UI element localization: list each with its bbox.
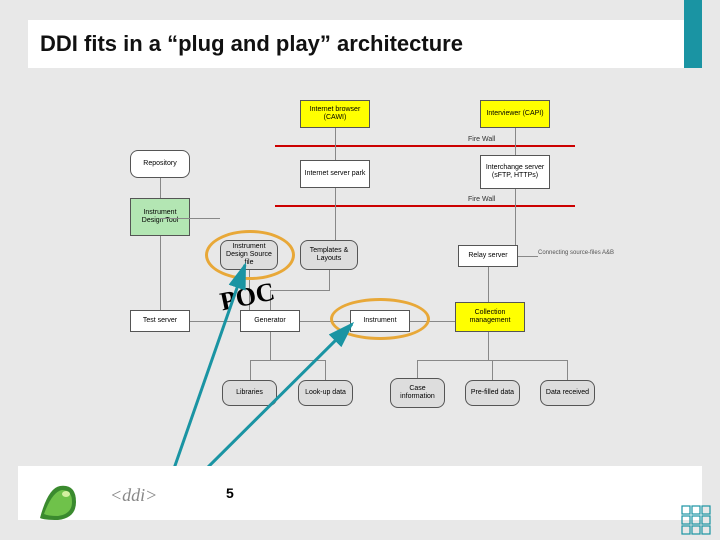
firewall-label-1: Fire Wall <box>468 136 495 143</box>
box-interchange: Interchange server (sFTP, HTTPs) <box>480 155 550 189</box>
connector <box>250 360 251 380</box>
highlight-ellipse-1 <box>205 230 295 280</box>
box-internet-browser: Internet browser (CAWI) <box>300 100 370 128</box>
connector <box>270 332 271 360</box>
label-connecting: Connecting source-files A&B <box>538 250 628 256</box>
page-title: DDI fits in a “plug and play” architectu… <box>40 31 463 57</box>
connector <box>515 128 516 155</box>
connector <box>329 270 330 290</box>
box-internet-server: Internet server park <box>300 160 370 188</box>
connector <box>515 189 516 245</box>
connector <box>325 360 326 380</box>
firewall-line-2 <box>275 205 575 207</box>
connector <box>160 178 161 198</box>
connector <box>335 128 336 160</box>
box-generator: Generator <box>240 310 300 332</box>
connector <box>492 360 493 380</box>
connector <box>518 256 538 257</box>
box-case-info: Case information <box>390 378 445 408</box>
box-collection-mgmt: Collection management <box>455 302 525 332</box>
connector <box>335 188 336 240</box>
page-number: 5 <box>226 485 234 501</box>
box-lookup-data: Look-up data <box>298 380 353 406</box>
architecture-diagram: Internet browser (CAWI) Interviewer (CAP… <box>90 90 650 470</box>
connector <box>417 360 418 378</box>
box-relay-server: Relay server <box>458 245 518 267</box>
connector <box>160 218 220 219</box>
box-test-server: Test server <box>130 310 190 332</box>
connector <box>567 360 568 380</box>
firewall-line-1 <box>275 145 575 147</box>
box-templates: Templates & Layouts <box>300 240 358 270</box>
connector <box>488 332 489 360</box>
firewall-label-2: Fire Wall <box>468 196 495 203</box>
ddi-logo-text: <ddi> <box>110 485 157 506</box>
connector <box>488 267 489 302</box>
connector <box>190 321 240 322</box>
ddi-logo-icon <box>36 480 80 524</box>
title-bar: DDI fits in a “plug and play” architectu… <box>28 20 702 68</box>
connector <box>270 290 330 291</box>
box-instrument-design-tool: Instrument Design Tool <box>130 198 190 236</box>
box-interviewer: Interviewer (CAPI) <box>480 100 550 128</box>
cbs-logo-icon <box>680 504 712 536</box>
box-data-received: Data received <box>540 380 595 406</box>
box-libraries: Libraries <box>222 380 277 406</box>
connector <box>160 236 161 310</box>
box-prefilled: Pre-filled data <box>465 380 520 406</box>
highlight-ellipse-2 <box>330 298 430 340</box>
box-repository: Repository <box>130 150 190 178</box>
connector <box>250 360 325 361</box>
